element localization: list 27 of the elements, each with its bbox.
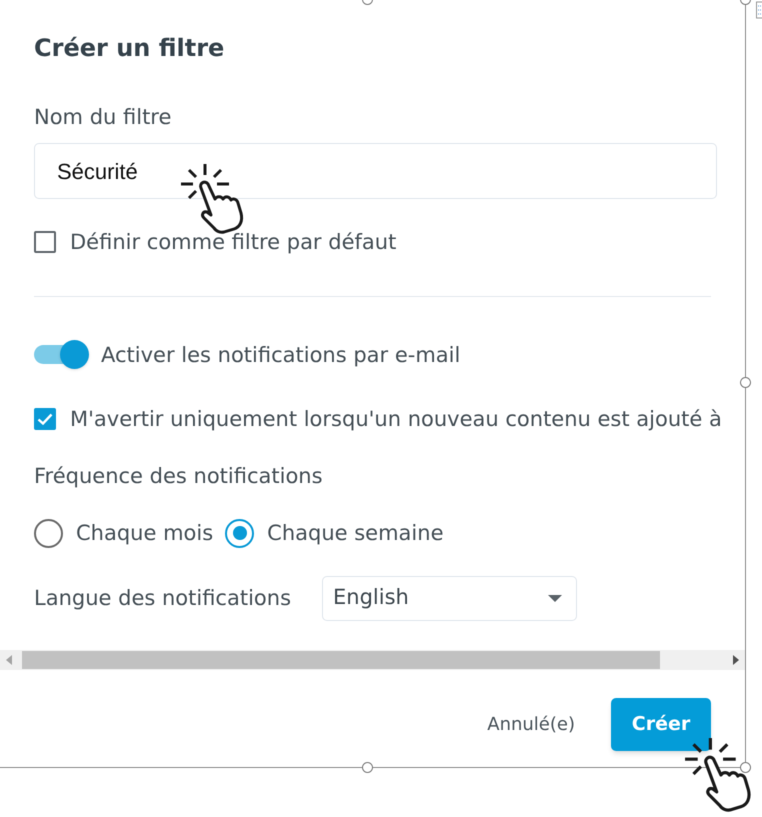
radio-label: Chaque semaine — [267, 520, 444, 547]
resize-handle-icon[interactable] — [362, 762, 373, 773]
section-label: Fréquence des notifications — [34, 463, 323, 490]
scrollbar-thumb[interactable] — [22, 651, 660, 669]
dialog-title: Créer un filtre — [34, 33, 224, 64]
toggle-switch[interactable] — [34, 340, 89, 369]
horizontal-scrollbar[interactable] — [0, 650, 745, 670]
cancel-button[interactable]: Annulé(e) — [487, 711, 575, 738]
field-label: Langue des notifications — [34, 585, 292, 612]
radio-button[interactable] — [34, 518, 63, 548]
scroll-left-arrow-icon[interactable] — [6, 655, 12, 665]
language-select[interactable]: English — [322, 576, 577, 620]
scroll-right-arrow-icon[interactable] — [733, 655, 739, 665]
caret-down-icon — [548, 594, 562, 602]
checkbox-label: M'avertir uniquement lorsqu'un nouveau contenu est ajouté à — [70, 406, 722, 433]
resize-handle-icon[interactable] — [740, 377, 751, 388]
field-label: Nom du filtre — [34, 104, 172, 131]
checkbox[interactable] — [34, 408, 56, 430]
checkmark-icon — [37, 413, 53, 425]
resize-handle-icon[interactable] — [740, 762, 751, 773]
radio-button[interactable] — [225, 518, 254, 548]
checkbox[interactable] — [34, 231, 56, 253]
checkbox-label: Définir comme filtre par défaut — [70, 229, 396, 256]
layout-options-icon[interactable] — [756, 0, 762, 20]
filter-name-input[interactable]: Sécurité — [34, 143, 717, 199]
toggle-label: Activer les notifications par e-mail — [101, 342, 460, 368]
radio-label: Chaque mois — [76, 520, 214, 547]
